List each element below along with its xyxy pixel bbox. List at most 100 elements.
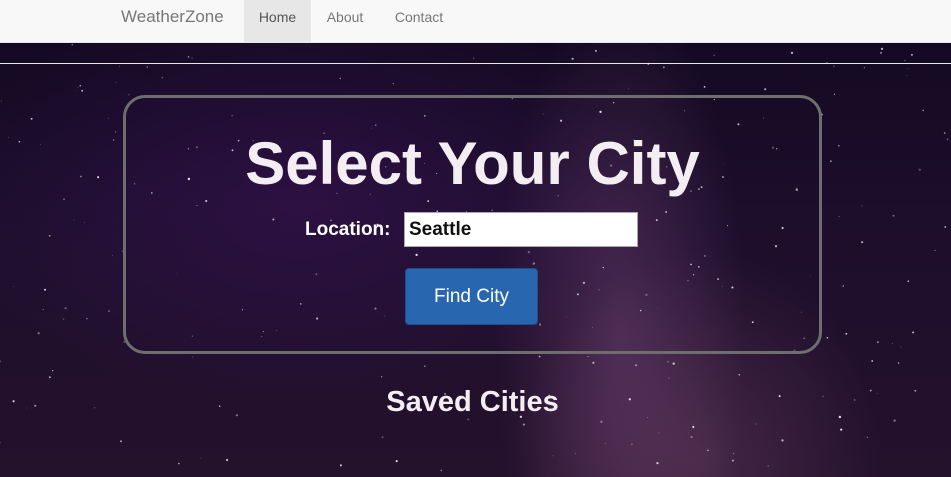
- star: [822, 395, 824, 397]
- star: [80, 175, 82, 178]
- star: [115, 82, 117, 83]
- star: [897, 362, 900, 364]
- star: [732, 452, 735, 455]
- brand-logo[interactable]: WeatherZone: [121, 0, 224, 42]
- star: [879, 51, 883, 55]
- star: [381, 376, 383, 378]
- star: [107, 117, 109, 119]
- star: [767, 465, 769, 467]
- star: [707, 449, 709, 452]
- nav-home[interactable]: Home: [244, 0, 311, 42]
- star: [627, 87, 629, 89]
- star: [381, 436, 384, 439]
- star: [0, 360, 1, 362]
- star: [892, 214, 895, 217]
- star: [191, 57, 193, 59]
- star: [738, 374, 741, 376]
- star: [731, 459, 734, 462]
- star: [918, 168, 921, 171]
- star: [113, 139, 115, 141]
- star: [48, 376, 51, 379]
- star: [0, 442, 1, 444]
- star: [423, 365, 426, 368]
- star: [392, 83, 394, 85]
- star: [854, 399, 856, 401]
- star: [840, 428, 843, 431]
- star: [904, 60, 906, 62]
- star: [8, 137, 9, 138]
- star: [713, 54, 715, 56]
- star: [861, 241, 864, 244]
- star: [42, 309, 44, 310]
- star: [552, 455, 554, 457]
- star: [893, 419, 896, 422]
- star: [833, 93, 835, 95]
- star: [79, 85, 81, 87]
- star: [764, 88, 767, 91]
- star: [826, 336, 829, 339]
- star: [77, 86, 79, 88]
- star: [833, 65, 835, 67]
- star: [662, 66, 665, 69]
- star: [114, 131, 117, 133]
- star: [86, 317, 88, 320]
- location-label: Location:: [305, 219, 391, 240]
- star: [635, 364, 638, 367]
- star: [876, 393, 878, 395]
- location-input[interactable]: [404, 212, 638, 247]
- star: [688, 432, 689, 434]
- star: [656, 462, 659, 465]
- star: [26, 407, 28, 409]
- star: [13, 286, 15, 287]
- star: [592, 361, 595, 364]
- star: [339, 77, 341, 79]
- star: [64, 307, 67, 310]
- star: [863, 67, 866, 69]
- find-city-button[interactable]: Find City: [405, 268, 538, 325]
- star: [571, 57, 574, 60]
- star: [200, 457, 202, 459]
- star: [946, 138, 949, 141]
- star: [522, 423, 525, 426]
- nav-about[interactable]: About: [311, 0, 379, 42]
- star: [81, 89, 84, 92]
- star: [943, 132, 946, 134]
- saved-cities-heading: Saved Cities: [386, 386, 559, 418]
- star: [40, 143, 41, 145]
- star: [37, 332, 40, 335]
- star: [914, 389, 917, 392]
- star: [34, 404, 37, 407]
- star: [339, 464, 342, 467]
- star: [944, 226, 947, 228]
- star: [574, 453, 576, 454]
- star: [112, 255, 113, 257]
- star: [871, 360, 874, 362]
- star: [910, 53, 913, 56]
- star: [73, 219, 75, 221]
- star: [120, 440, 122, 443]
- star: [52, 369, 54, 372]
- star: [18, 141, 21, 143]
- star: [667, 360, 669, 363]
- star: [703, 86, 706, 88]
- star: [538, 355, 541, 358]
- star: [838, 215, 840, 218]
- star: [187, 56, 190, 58]
- divider: [0, 63, 951, 64]
- star: [829, 160, 832, 163]
- star: [30, 117, 33, 120]
- star: [906, 74, 908, 76]
- star: [48, 234, 51, 237]
- star: [790, 51, 794, 55]
- nav-contact[interactable]: Contact: [379, 0, 459, 42]
- star: [658, 432, 660, 434]
- star: [192, 356, 194, 358]
- page-title: Select Your City: [245, 130, 700, 197]
- star: [861, 205, 863, 207]
- star: [107, 310, 110, 313]
- star: [97, 176, 100, 179]
- star: [755, 423, 757, 425]
- star: [75, 90, 77, 92]
- star: [841, 285, 843, 287]
- star: [668, 377, 670, 379]
